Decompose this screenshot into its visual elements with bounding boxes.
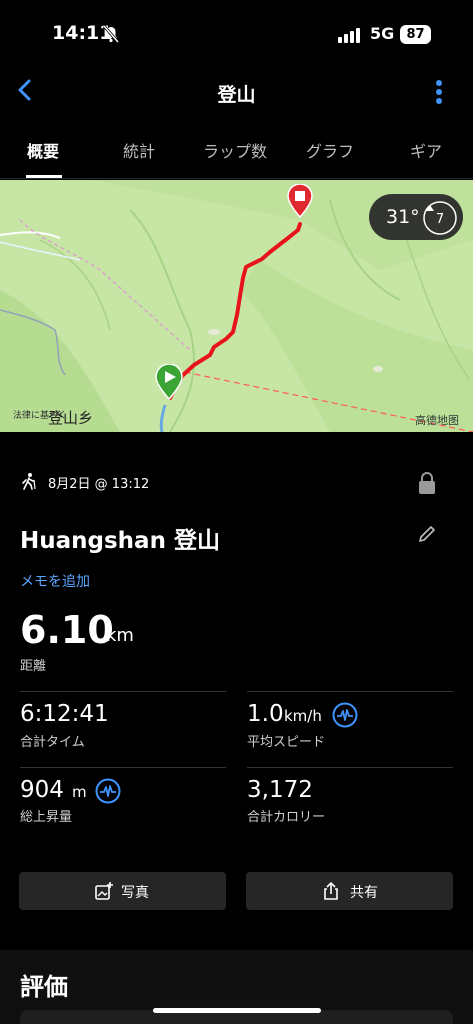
avg-speed-value: 1.0 [247, 701, 284, 727]
wind-compass-icon: 7 [423, 201, 457, 235]
tab-graph[interactable]: グラフ [306, 138, 354, 162]
distance-value: 6.10 [20, 608, 114, 652]
network-type: 5G [370, 24, 395, 43]
tab-divider [0, 178, 473, 179]
avg-speed-label: 平均スピード [247, 735, 326, 750]
divider [247, 767, 453, 768]
signal-icon [338, 28, 360, 43]
bell-muted-icon [102, 25, 120, 43]
hiking-icon [22, 473, 36, 490]
share-button[interactable]: 共有 [246, 872, 453, 910]
share-button-label: 共有 [350, 885, 378, 901]
add-photo-icon [95, 882, 113, 900]
ascent-unit: m [72, 783, 87, 801]
add-memo-link[interactable]: メモを追加 [20, 571, 90, 591]
heart-rate-wave-icon[interactable] [95, 778, 121, 804]
distance-label: 距離 [20, 659, 47, 674]
total-time-label: 合計タイム [20, 735, 85, 750]
more-vertical-icon[interactable] [434, 79, 444, 105]
tab-overview[interactable]: 概要 [27, 138, 59, 162]
calories-label: 合計カロリー [247, 810, 326, 825]
wind-value: 7 [436, 212, 444, 227]
battery-indicator: 87 [400, 25, 431, 44]
start-marker-icon [155, 364, 183, 400]
avg-speed-unit: km/h [284, 707, 322, 725]
divider [20, 691, 226, 692]
tab-bar: 概要 統計 ラップ数 グラフ ギア [0, 130, 473, 178]
pencil-icon[interactable] [417, 524, 437, 544]
tab-stats[interactable]: 統計 [123, 138, 155, 162]
page-title: 登山 [217, 84, 256, 106]
ascent-value: 904 [20, 777, 64, 803]
distance-unit: km [106, 625, 134, 646]
rating-title: 評価 [20, 973, 68, 1001]
calories-value: 3,172 [247, 777, 313, 803]
total-time-value: 6:12:41 [20, 701, 109, 727]
photo-button[interactable]: 写真 [19, 872, 226, 910]
end-marker-icon [287, 184, 313, 218]
temperature-value: 31° [386, 206, 420, 228]
divider [247, 691, 453, 692]
map-attribution: 高德地图 [415, 414, 459, 427]
photo-button-label: 写真 [121, 885, 149, 901]
activity-date: 8月2日 @ 13:12 [48, 477, 150, 492]
activity-title: Huangshan 登山 [20, 528, 220, 554]
share-icon [324, 881, 338, 900]
home-indicator[interactable] [153, 1008, 321, 1013]
divider [20, 767, 226, 768]
map-place-label: 登山乡 [48, 409, 94, 427]
tab-gear[interactable]: ギア [410, 138, 442, 162]
status-bar: 14:11 5G 87 [0, 0, 473, 70]
heart-rate-wave-icon[interactable] [332, 702, 358, 728]
tab-laps[interactable]: ラップ数 [203, 138, 267, 162]
lock-icon[interactable] [417, 471, 437, 495]
ascent-label: 総上昇量 [20, 810, 73, 825]
